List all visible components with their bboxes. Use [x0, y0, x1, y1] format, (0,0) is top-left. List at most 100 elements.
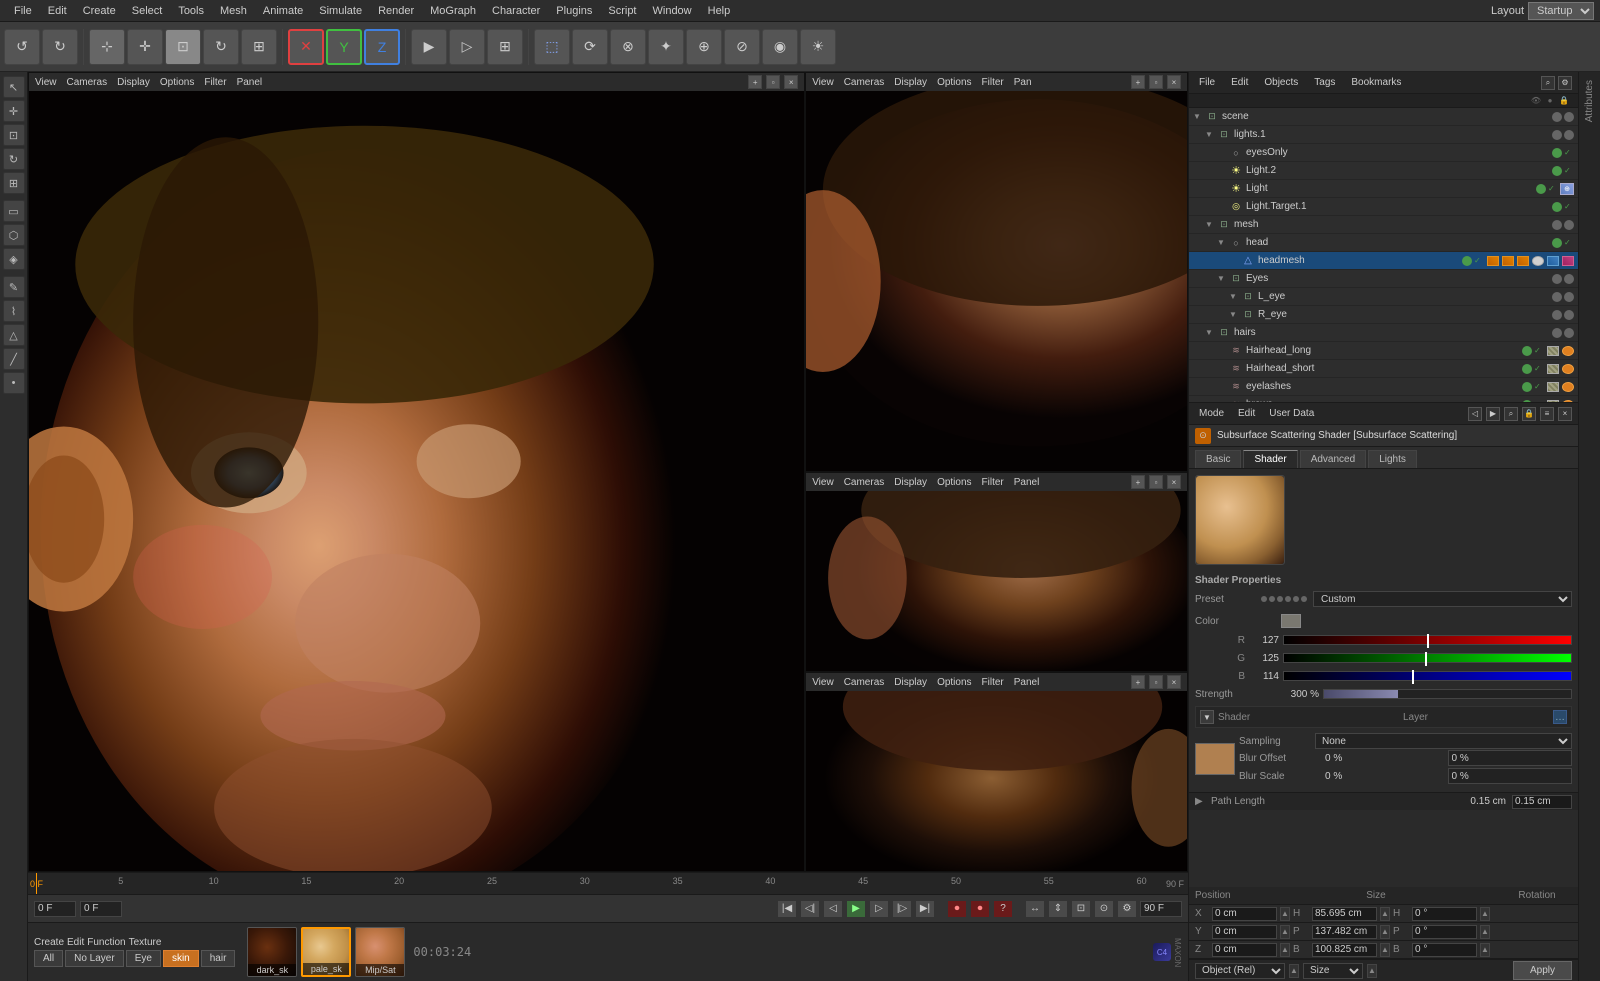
sampling-dropdown[interactable]: None	[1315, 733, 1572, 749]
shader-pin-icon[interactable]: ×	[1558, 407, 1572, 421]
obj-row-head[interactable]: ▼ ○ head ✓	[1189, 234, 1578, 252]
vis-dot-scene[interactable]	[1552, 112, 1562, 122]
obj-row-light[interactable]: ☀ Light ✓ ⊕	[1189, 180, 1578, 198]
vp-main-filter[interactable]: Filter	[204, 77, 226, 88]
mat-filter-skin[interactable]: skin	[163, 950, 199, 967]
vp-mr-options[interactable]: Options	[937, 477, 971, 488]
x-pos-arrow[interactable]: ▲	[1280, 907, 1290, 921]
menu-character[interactable]: Character	[484, 3, 548, 19]
obj-settings-icon[interactable]: ⚙	[1558, 76, 1572, 90]
y-axis-button[interactable]: Y	[326, 29, 362, 65]
y-size-input[interactable]	[1312, 925, 1377, 939]
vp-tr-options[interactable]: Options	[937, 77, 971, 88]
render-region-button[interactable]: ▷	[449, 29, 485, 65]
rend-hairs[interactable]	[1564, 328, 1574, 338]
p-rot-input[interactable]	[1412, 925, 1477, 939]
path-collapse-icon[interactable]: ▶	[1195, 796, 1205, 807]
render-multi-button[interactable]: ⊞	[487, 29, 523, 65]
timeline-ruler[interactable]: 0 F 5 10 15 20 25 30 35 40 45 50 55 60 9…	[28, 873, 1188, 895]
vp-mr-ctrl3[interactable]: ×	[1167, 475, 1181, 489]
tool-rotate[interactable]: ↻	[3, 148, 25, 170]
obj-row-hairlong[interactable]: ≋ Hairhead_long ✓	[1189, 342, 1578, 360]
vp-main-ctrl2[interactable]: ▫	[766, 75, 780, 89]
motion-btn4[interactable]: ⊙	[1094, 900, 1114, 918]
obj-row-headmesh[interactable]: △ headmesh ✓	[1189, 252, 1578, 270]
vis-hairs[interactable]	[1552, 328, 1562, 338]
headmesh-tag3[interactable]	[1517, 256, 1529, 266]
material-mip-sat[interactable]: Mip/Sat	[355, 927, 405, 977]
vis-hairlong[interactable]	[1522, 346, 1532, 356]
obj-row-lights1[interactable]: ▼ ⊡ lights.1	[1189, 126, 1578, 144]
vp-tr-ctrl2[interactable]: ▫	[1149, 75, 1163, 89]
headmesh-tag4[interactable]	[1532, 256, 1544, 266]
motion-btn3[interactable]: ⊡	[1071, 900, 1091, 918]
path-length-input[interactable]	[1512, 795, 1572, 809]
b-rot-input[interactable]	[1412, 943, 1477, 957]
rend-headmesh[interactable]: ✓	[1474, 256, 1484, 266]
bot-right-viewport[interactable]: View Cameras Display Options Filter Pane…	[805, 672, 1188, 872]
prev-key-btn[interactable]: ◁|	[800, 900, 820, 918]
obj-bookmarks-btn[interactable]: Bookmarks	[1347, 76, 1405, 89]
rend-dot-scene[interactable]	[1564, 112, 1574, 122]
vp-mr-display[interactable]: Display	[894, 477, 927, 488]
size-mode-arrow[interactable]: ▲	[1367, 964, 1377, 978]
blur-offset-input[interactable]	[1448, 750, 1573, 766]
tool-select-rect[interactable]: ▭	[3, 200, 25, 222]
deform-button[interactable]: ⟳	[572, 29, 608, 65]
obj-row-mesh[interactable]: ▼ ⊡ mesh	[1189, 216, 1578, 234]
layout-dropdown[interactable]: Startup	[1528, 2, 1594, 20]
tool-polygon[interactable]: △	[3, 324, 25, 346]
shader-zoom-icon[interactable]: ⌕	[1504, 407, 1518, 421]
vp-main-view[interactable]: View	[35, 77, 57, 88]
mat-texture-btn[interactable]: Texture	[129, 937, 162, 948]
menu-tools[interactable]: Tools	[170, 3, 212, 19]
vis-eyelashes[interactable]	[1522, 382, 1532, 392]
menu-plugins[interactable]: Plugins	[548, 3, 600, 19]
menu-mograph[interactable]: MoGraph	[422, 3, 484, 19]
undo-button[interactable]: ↺	[4, 29, 40, 65]
render-button[interactable]: ▶	[411, 29, 447, 65]
vp-mr-ctrl1[interactable]: +	[1131, 475, 1145, 489]
rend-lighttarget[interactable]: ✓	[1564, 202, 1574, 212]
g-slider-track[interactable]	[1283, 653, 1572, 663]
shader-userdata-btn[interactable]: User Data	[1265, 407, 1318, 420]
vp-br-ctrl3[interactable]: ×	[1167, 675, 1181, 689]
tool-scale[interactable]: ⊡	[3, 124, 25, 146]
rend-mesh[interactable]	[1564, 220, 1574, 230]
obj-row-hairs[interactable]: ▼ ⊡ hairs	[1189, 324, 1578, 342]
menu-edit[interactable]: Edit	[40, 3, 75, 19]
vp-br-view[interactable]: View	[812, 677, 834, 688]
headmesh-tag6[interactable]	[1562, 256, 1574, 266]
timeline-settings-btn[interactable]: ⚙	[1117, 900, 1137, 918]
blur-scale-input[interactable]	[1448, 768, 1573, 784]
obj-row-leye[interactable]: ▼ ⊡ L_eye	[1189, 288, 1578, 306]
tool-spline[interactable]: ⌇	[3, 300, 25, 322]
vp-tr-display[interactable]: Display	[894, 77, 927, 88]
mat-function-btn[interactable]: Function	[87, 937, 125, 948]
tool-select-poly[interactable]: ⬡	[3, 224, 25, 246]
mat-edit-btn[interactable]: Edit	[67, 937, 84, 948]
rend-eyesonly[interactable]: ✓	[1564, 148, 1574, 158]
rend-hairshort[interactable]: ✓	[1534, 364, 1544, 374]
shader-mode-btn[interactable]: Mode	[1195, 407, 1228, 420]
obj-row-eyes[interactable]: ▼ ⊡ Eyes	[1189, 270, 1578, 288]
obj-edit-btn[interactable]: Edit	[1227, 76, 1252, 89]
snap-button[interactable]: ⊕	[686, 29, 722, 65]
prev-frame-btn[interactable]: ◁	[823, 900, 843, 918]
tab-shader[interactable]: Shader	[1243, 450, 1297, 468]
hairshort-tag2[interactable]	[1562, 364, 1574, 374]
vp-main-ctrl3[interactable]: ×	[784, 75, 798, 89]
material-dark-skin[interactable]: dark_sk	[247, 927, 297, 977]
cameras-button[interactable]: ◉	[762, 29, 798, 65]
play-btn[interactable]: ▶	[846, 900, 866, 918]
b-rot-arrow[interactable]: ▲	[1480, 943, 1490, 957]
light-button[interactable]: ☀	[800, 29, 836, 65]
vp-br-cameras[interactable]: Cameras	[844, 677, 885, 688]
record-key-btn[interactable]: ⏺	[970, 900, 990, 918]
measure-button[interactable]: ⊘	[724, 29, 760, 65]
x-pos-input[interactable]	[1212, 907, 1277, 921]
tool-point[interactable]: •	[3, 372, 25, 394]
menu-create[interactable]: Create	[75, 3, 124, 19]
eyelashes-tag1[interactable]	[1547, 382, 1559, 392]
rend-leye[interactable]	[1564, 292, 1574, 302]
